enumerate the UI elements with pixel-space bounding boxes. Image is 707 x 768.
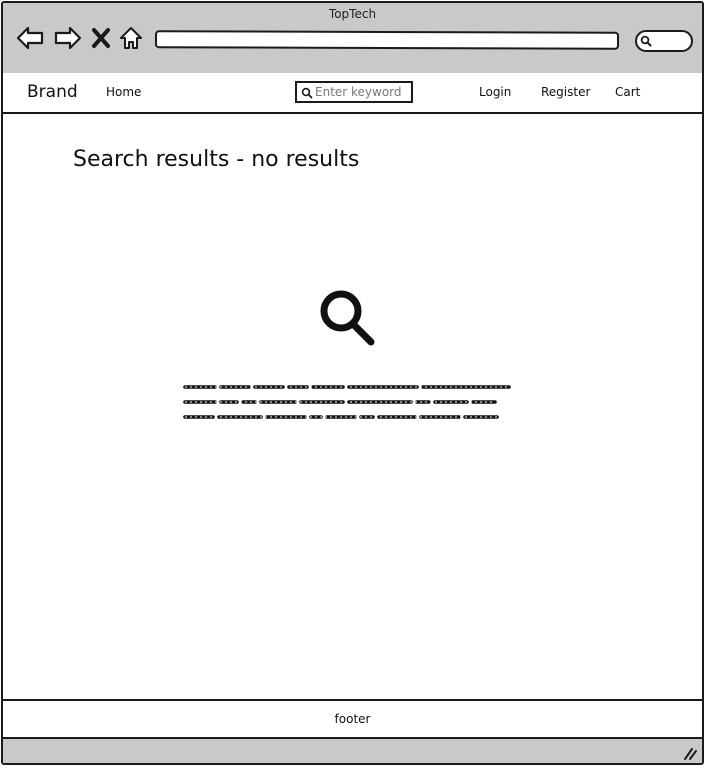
keyword-search-input[interactable] — [315, 84, 409, 100]
home-icon[interactable] — [117, 24, 145, 52]
search-icon — [640, 35, 652, 47]
back-arrow-icon[interactable] — [15, 24, 45, 52]
browser-search-field[interactable] — [635, 30, 693, 52]
keyword-search-field[interactable] — [295, 81, 413, 103]
nav-register-link[interactable]: Register — [541, 85, 590, 99]
site-navbar: Brand Home Login Register Cart — [3, 73, 702, 114]
nav-login-link[interactable]: Login — [479, 85, 511, 99]
search-icon — [320, 290, 375, 346]
page-title: Search results - no results — [73, 147, 360, 172]
search-icon — [301, 87, 313, 99]
window-title: TopTech — [328, 7, 377, 21]
page-footer: footer — [3, 699, 702, 739]
placeholder-text-scribble — [183, 385, 511, 419]
brand-logo[interactable]: Brand — [27, 82, 78, 102]
stop-icon[interactable] — [90, 24, 112, 52]
nav-home-link[interactable]: Home — [106, 85, 141, 99]
browser-window: TopTech Brand Home Enter keyword Login R… — [1, 1, 704, 765]
nav-cart-link[interactable]: Cart — [615, 85, 640, 99]
footer-text: footer — [334, 712, 371, 726]
address-bar[interactable] — [154, 30, 620, 50]
browser-statusbar — [3, 739, 702, 763]
forward-arrow-icon[interactable] — [53, 24, 83, 52]
resize-grip-icon[interactable] — [682, 745, 698, 761]
browser-titlebar: TopTech — [3, 3, 702, 75]
